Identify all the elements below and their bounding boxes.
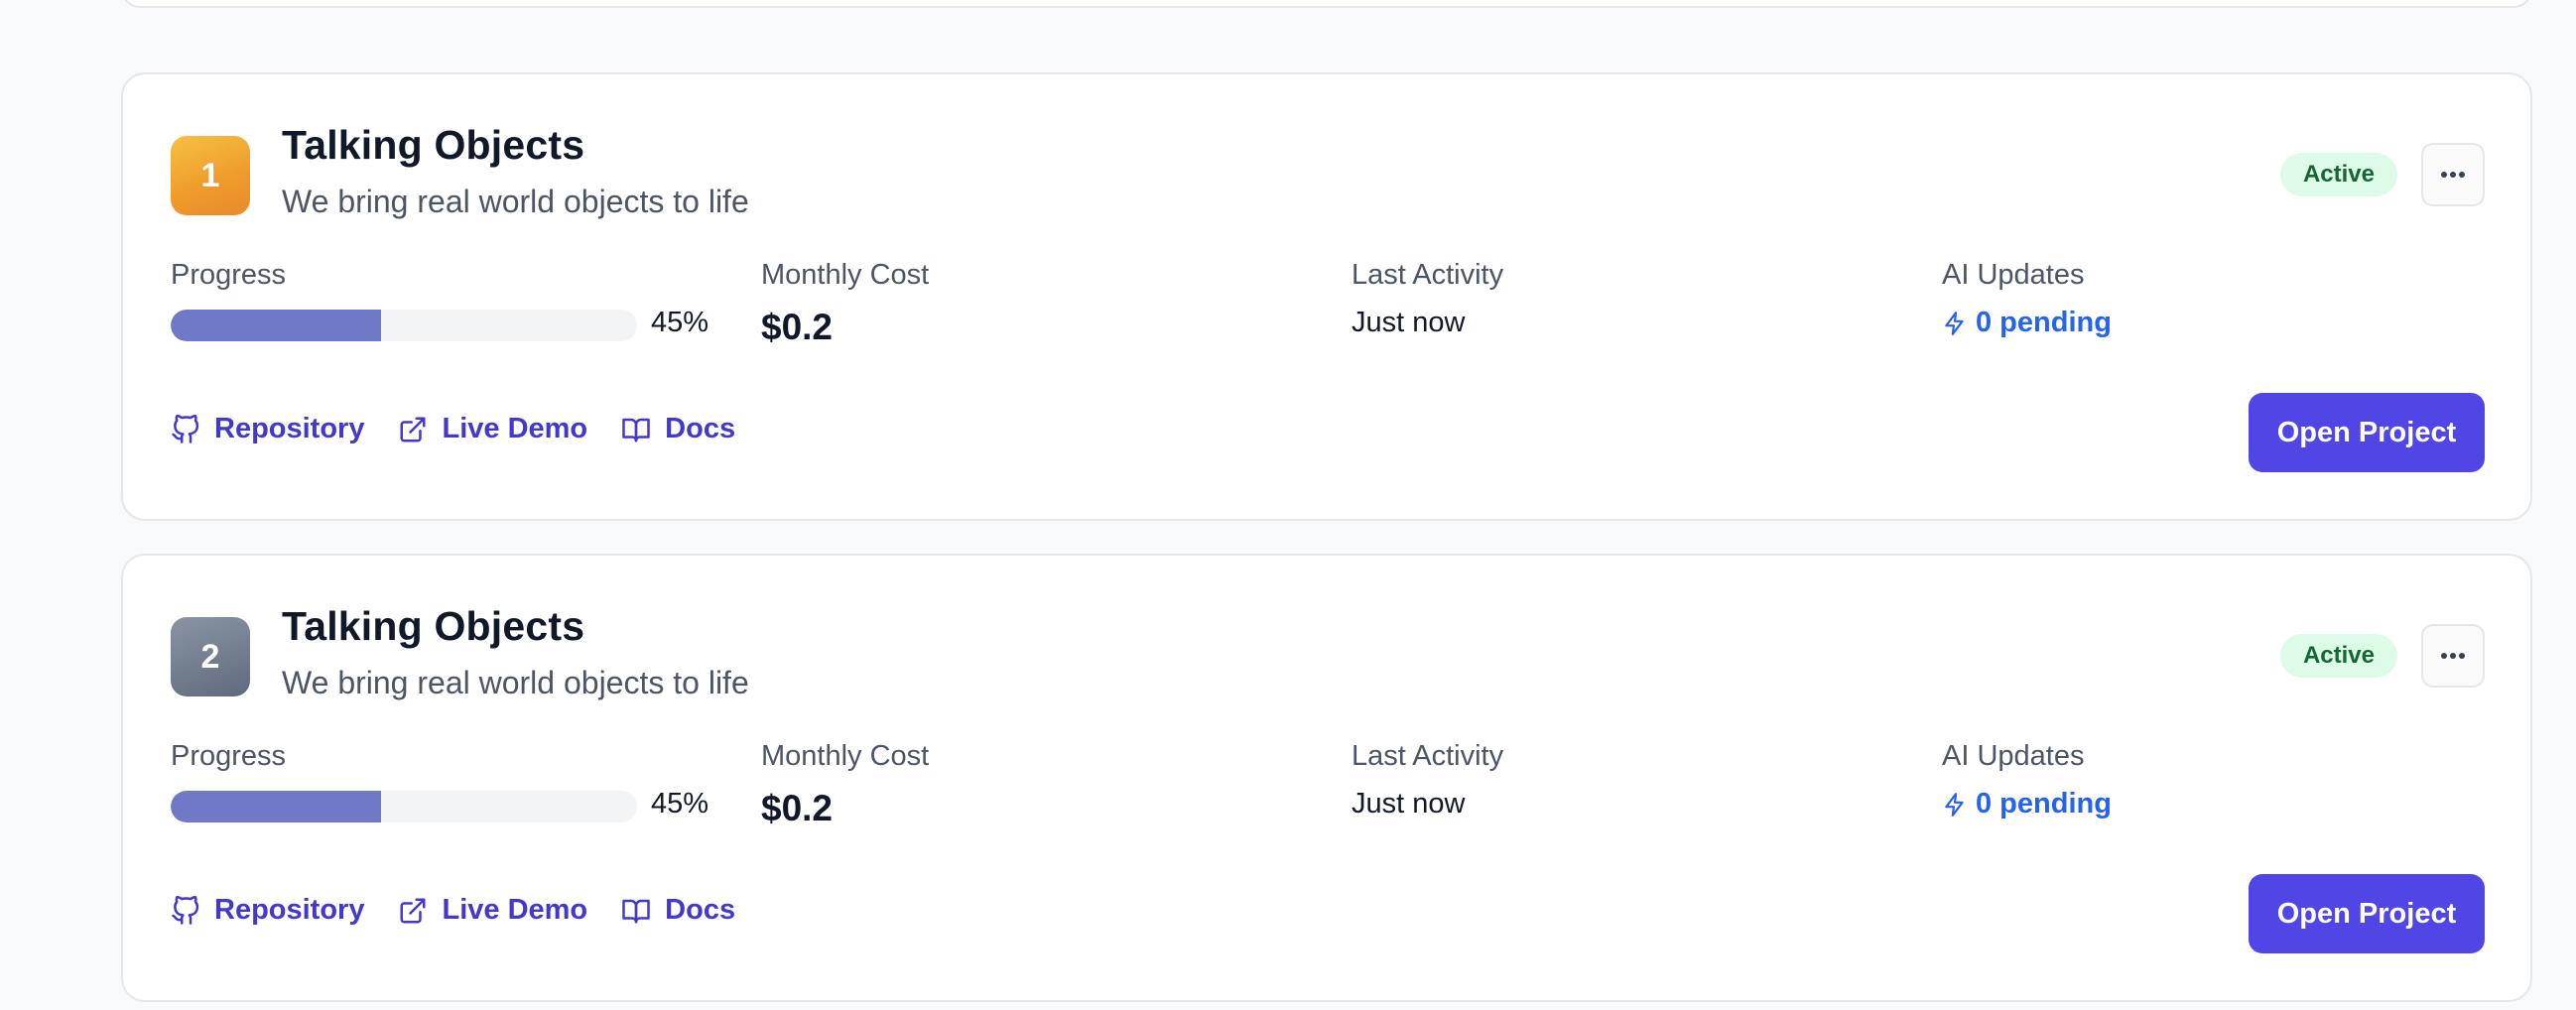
book-open-icon	[621, 896, 651, 926]
monthly-cost-label: Monthly Cost	[761, 259, 930, 291]
monthly-cost-label: Monthly Cost	[761, 740, 930, 772]
live-demo-label: Live Demo	[442, 413, 588, 444]
repository-link[interactable]: Repository	[171, 894, 364, 927]
last-activity-label: Last Activity	[1352, 259, 1504, 291]
project-links: Repository Live Demo Docs	[171, 894, 735, 927]
more-options-button[interactable]	[2421, 143, 2485, 206]
project-card[interactable]: 2 Talking Objects We bring real world ob…	[121, 554, 2532, 1002]
external-link-icon	[398, 896, 428, 926]
live-demo-link[interactable]: Live Demo	[398, 413, 587, 445]
previous-card-edge	[121, 0, 2532, 8]
progress-bar	[171, 310, 637, 341]
progress-label: Progress	[171, 740, 287, 772]
more-options-button[interactable]	[2421, 624, 2485, 688]
docs-link[interactable]: Docs	[621, 413, 735, 445]
docs-link[interactable]: Docs	[621, 894, 735, 927]
open-project-button[interactable]: Open Project	[2249, 874, 2485, 953]
live-demo-label: Live Demo	[442, 894, 588, 926]
lightning-icon	[1942, 309, 1968, 338]
project-list: 1 Talking Objects We bring real world ob…	[0, 0, 2576, 1010]
lightning-icon	[1942, 790, 1968, 820]
project-title[interactable]: Talking Objects	[282, 122, 584, 169]
project-number-badge: 1	[171, 136, 250, 215]
progress-bar	[171, 791, 637, 822]
ai-updates-link[interactable]: 0 pending	[1942, 788, 2112, 821]
ai-updates-value: 0 pending	[1976, 788, 2112, 820]
monthly-cost-value: $0.2	[761, 307, 834, 347]
repository-label: Repository	[214, 894, 365, 926]
book-open-icon	[621, 415, 651, 444]
last-activity-label: Last Activity	[1352, 740, 1504, 772]
ai-updates-value: 0 pending	[1976, 307, 2112, 338]
project-description: We bring real world objects to life	[282, 665, 749, 700]
status-badge: Active	[2280, 634, 2397, 678]
ai-updates-label: AI Updates	[1942, 259, 2085, 291]
progress-bar-fill	[171, 791, 381, 822]
progress-percent: 45%	[651, 307, 709, 338]
last-activity-value: Just now	[1352, 307, 1466, 338]
project-card[interactable]: 1 Talking Objects We bring real world ob…	[121, 72, 2532, 521]
project-number-badge: 2	[171, 617, 250, 696]
last-activity-value: Just now	[1352, 788, 1466, 820]
status-badge: Active	[2280, 153, 2397, 196]
docs-label: Docs	[665, 894, 736, 926]
project-description: We bring real world objects to life	[282, 184, 749, 219]
progress-bar-fill	[171, 310, 381, 341]
project-title[interactable]: Talking Objects	[282, 603, 584, 650]
monthly-cost-value: $0.2	[761, 788, 834, 828]
repository-link[interactable]: Repository	[171, 413, 364, 445]
ai-updates-link[interactable]: 0 pending	[1942, 307, 2112, 339]
github-icon	[171, 895, 200, 926]
more-horizontal-icon	[2440, 171, 2466, 179]
progress-percent: 45%	[651, 788, 709, 820]
open-project-button[interactable]: Open Project	[2249, 393, 2485, 472]
repository-label: Repository	[214, 413, 365, 444]
live-demo-link[interactable]: Live Demo	[398, 894, 587, 927]
more-horizontal-icon	[2440, 652, 2466, 660]
github-icon	[171, 414, 200, 444]
external-link-icon	[398, 415, 428, 444]
docs-label: Docs	[665, 413, 736, 444]
ai-updates-label: AI Updates	[1942, 740, 2085, 772]
progress-label: Progress	[171, 259, 287, 291]
project-links: Repository Live Demo Docs	[171, 413, 735, 445]
